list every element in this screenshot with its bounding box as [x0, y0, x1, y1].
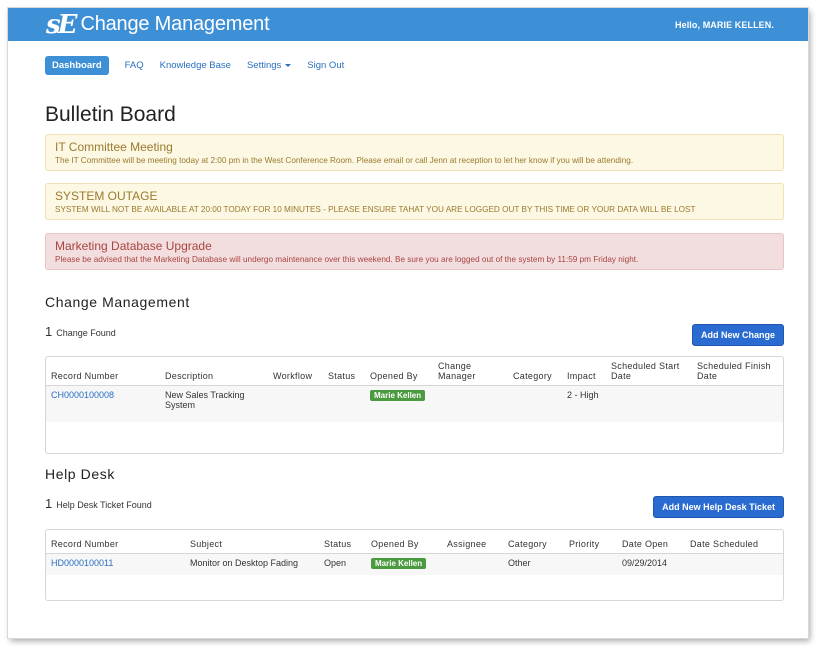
- helpdesk-section-title: Help Desk: [45, 466, 115, 482]
- change-count-label: Change Found: [56, 328, 116, 338]
- col-date-scheduled[interactable]: Date Scheduled: [685, 530, 783, 553]
- col-status[interactable]: Status: [323, 357, 365, 386]
- brand[interactable]: sE Change Management: [46, 9, 270, 40]
- nav-settings[interactable]: Settings: [246, 60, 292, 71]
- nav-faq[interactable]: FAQ: [125, 60, 144, 71]
- change-table: Record Number Description Workflow Statu…: [45, 356, 784, 454]
- col-change-manager[interactable]: Change Manager: [433, 357, 508, 386]
- cell-status: [323, 386, 365, 422]
- change-section-title: Change Management: [45, 294, 190, 310]
- alert-body: SYSTEM WILL NOT BE AVAILABLE AT 20:00 TO…: [55, 205, 696, 214]
- nav-dashboard[interactable]: Dashboard: [45, 56, 109, 75]
- helpdesk-count-number: 1: [45, 496, 53, 511]
- cell-scheduled-finish: [692, 386, 783, 422]
- col-assignee[interactable]: Assignee: [442, 530, 503, 553]
- col-opened-by[interactable]: Opened By: [366, 530, 442, 553]
- cell-record-number: HD0000100011: [46, 553, 185, 575]
- cell-subject: Monitor on Desktop Fading: [190, 557, 299, 568]
- col-category[interactable]: Category: [503, 530, 564, 553]
- helpdesk-table-header: Record Number Subject Status Opened By A…: [46, 530, 783, 553]
- cell-category: Other: [508, 557, 531, 568]
- add-new-change-button[interactable]: Add New Change: [691, 324, 784, 346]
- col-subject[interactable]: Subject: [185, 530, 319, 553]
- alert-system-outage: SYSTEM OUTAGE SYSTEM WILL NOT BE AVAILAB…: [45, 183, 784, 220]
- alert-body: The IT Committee will be meeting today a…: [55, 156, 634, 165]
- cell-date-open: 09/29/2014: [622, 557, 668, 568]
- alert-body: Please be advised that the Marketing Dat…: [55, 255, 639, 264]
- nav-knowledge-base[interactable]: Knowledge Base: [160, 60, 231, 71]
- nav-sign-out[interactable]: Sign Out: [307, 60, 344, 71]
- col-scheduled-start[interactable]: Scheduled Start Date: [606, 357, 692, 386]
- table-row[interactable]: HD0000100011 Monitor on Desktop Fading O…: [46, 553, 783, 575]
- alert-it-committee: IT Committee Meeting The IT Committee wi…: [45, 134, 784, 171]
- nav-settings-label: Settings: [246, 60, 282, 71]
- logo-icon: sE: [46, 9, 78, 40]
- change-count-number: 1: [45, 324, 53, 339]
- col-date-open[interactable]: Date Open: [617, 530, 685, 553]
- col-record-number[interactable]: Record Number: [46, 530, 185, 553]
- record-link[interactable]: CH0000100008: [51, 390, 114, 400]
- helpdesk-table: Record Number Subject Status Opened By A…: [45, 529, 784, 601]
- alert-title: IT Committee Meeting: [55, 140, 173, 154]
- alert-title: Marketing Database Upgrade: [55, 239, 212, 253]
- col-category[interactable]: Category: [508, 357, 562, 386]
- helpdesk-count-label: Help Desk Ticket Found: [56, 500, 152, 510]
- helpdesk-count: 1 Help Desk Ticket Found: [45, 496, 152, 511]
- cell-scheduled-start: [606, 386, 692, 422]
- col-record-number[interactable]: Record Number: [46, 357, 160, 386]
- cell-opened-by: Marie Kellen: [365, 386, 433, 422]
- cell-category: [508, 386, 562, 422]
- cell-opened-by: Marie Kellen: [366, 553, 442, 575]
- col-description[interactable]: Description: [160, 357, 268, 386]
- col-workflow[interactable]: Workflow: [268, 357, 323, 386]
- cell-workflow: [268, 386, 323, 422]
- cell-description: New Sales Tracking System: [165, 390, 245, 410]
- app-window: sE Change Management Hello, MARIE KELLEN…: [8, 8, 808, 638]
- page-title: Bulletin Board: [45, 103, 176, 126]
- alert-title: SYSTEM OUTAGE: [55, 189, 158, 203]
- col-opened-by[interactable]: Opened By: [365, 357, 433, 386]
- user-badge: Marie Kellen: [370, 390, 426, 401]
- user-greeting: Hello, MARIE KELLEN.: [674, 19, 774, 30]
- user-badge: Marie Kellen: [371, 557, 427, 569]
- change-table-header: Record Number Description Workflow Statu…: [46, 357, 783, 386]
- table-row[interactable]: CH0000100008 New Sales Tracking System M…: [46, 385, 783, 422]
- cell-priority: [564, 553, 617, 575]
- change-count: 1 Change Found: [45, 324, 116, 339]
- alert-marketing-db: Marketing Database Upgrade Please be adv…: [45, 233, 784, 270]
- main-nav: Dashboard FAQ Knowledge Base Settings Si…: [45, 56, 360, 75]
- col-status[interactable]: Status: [319, 530, 366, 553]
- cell-change-manager: [433, 386, 508, 422]
- caret-down-icon: [285, 63, 292, 67]
- col-impact[interactable]: Impact: [562, 357, 606, 386]
- cell-record-number: CH0000100008: [46, 386, 160, 422]
- app-title: Change Management: [80, 13, 270, 35]
- cell-date-scheduled: [685, 553, 783, 575]
- cell-assignee: [442, 553, 503, 575]
- top-bar: sE Change Management Hello, MARIE KELLEN…: [8, 8, 808, 41]
- cell-status: Open: [324, 557, 347, 568]
- record-link[interactable]: HD0000100011: [51, 558, 113, 568]
- cell-impact: 2 - High: [567, 390, 599, 400]
- add-new-helpdesk-ticket-button[interactable]: Add New Help Desk Ticket: [653, 496, 784, 518]
- col-priority[interactable]: Priority: [564, 530, 617, 553]
- col-scheduled-finish[interactable]: Scheduled Finish Date: [692, 357, 783, 386]
